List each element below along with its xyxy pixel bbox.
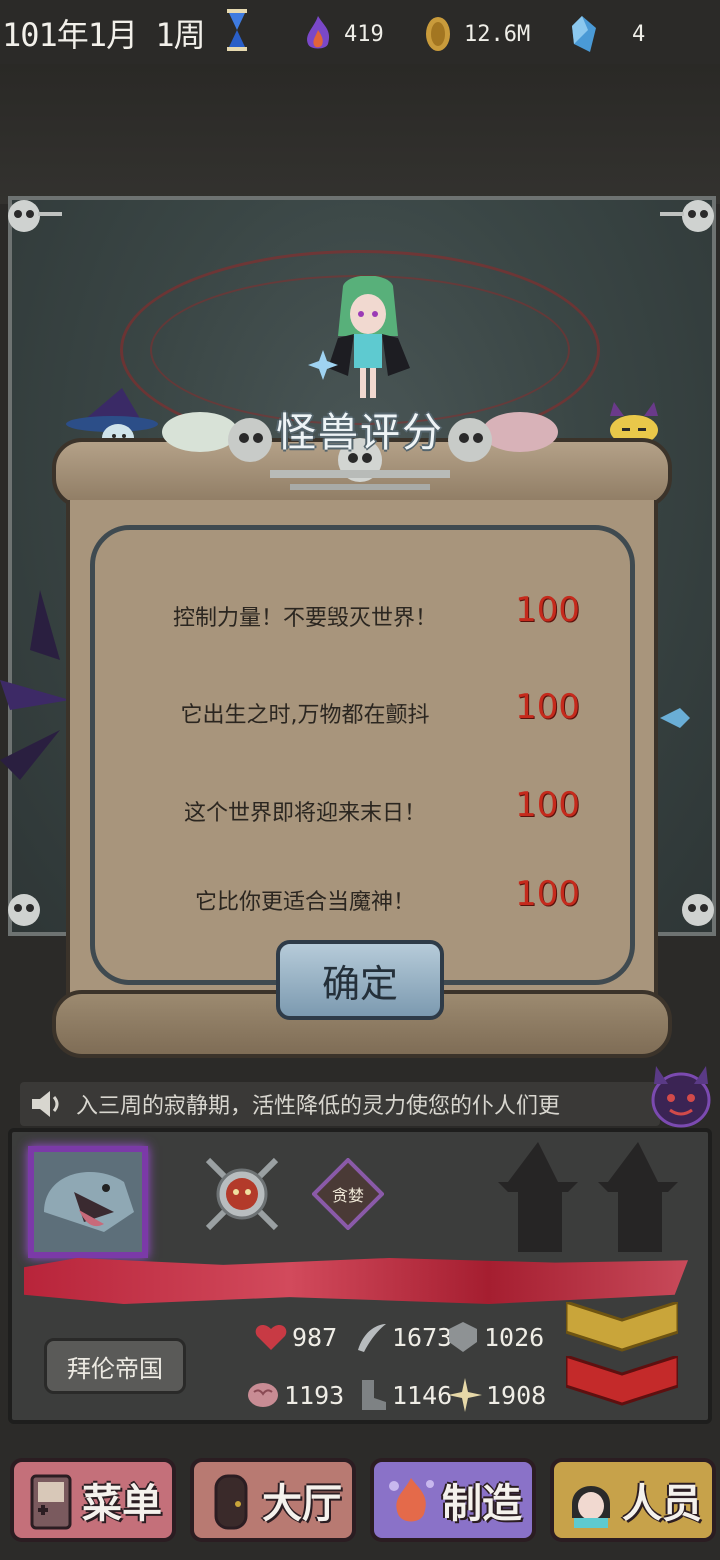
monster-portrait[interactable] [28,1146,148,1258]
score-row-value: 100 [515,687,580,727]
score-row-value: 100 [515,785,580,825]
girl-avatar-icon [572,1486,610,1528]
confirm-button[interactable]: 确定 [276,940,444,1020]
stat-speed: 1146 [354,1378,452,1412]
stat-value: 1673 [392,1322,453,1352]
score-row-value: 100 [515,590,580,630]
red-rank-chevron-icon [566,1356,678,1406]
speaker-icon[interactable] [30,1089,64,1119]
stat-defense: 1026 [446,1320,544,1354]
nav-hall-label: 大厅 [262,1481,342,1527]
crystal-value: 4 [632,21,646,47]
stat-attack: 1673 [354,1320,452,1354]
nav-menu-button[interactable]: 菜单 [10,1458,176,1542]
gold-value: 12.6M [464,21,531,47]
nav-craft-button[interactable]: 制造 [370,1458,536,1542]
kingdom-label[interactable]: 拜伦帝国 [44,1338,186,1394]
crystal-resource: 4 [568,14,645,54]
claw-icon [358,1324,386,1352]
nav-menu-label: 菜单 [82,1481,162,1527]
magic-craft-icon [389,1478,434,1522]
brain-icon [248,1383,278,1407]
mana-resource: 419 [302,14,384,54]
gold-rank-chevron-icon [566,1302,678,1352]
door-icon [214,1474,248,1530]
status-bar: 101年1月 1周 419 12.6M 4 [0,0,720,64]
score-row-text: 它出生之时,万物都在颤抖 [180,703,430,728]
skull-corner-icon [660,200,714,232]
nav-staff-button[interactable]: 人员 [550,1458,716,1542]
locked-witch-silhouette-icon [498,1142,678,1252]
sparkle-icon [448,1378,482,1412]
stat-value: 1193 [284,1380,345,1410]
blue-crystal-icon [572,16,596,52]
gold-resource: 12.6M [422,14,530,54]
score-row: 这个世界即将迎来末日！ 100 [110,779,610,839]
purple-flame-icon [307,16,330,49]
skull-corner-icon [8,200,62,232]
score-row: 它出生之时,万物都在颤抖 100 [110,681,610,741]
score-row: 它比你更适合当魔神！ 100 [110,868,610,928]
heart-icon [255,1325,287,1350]
demon-crest-badge-icon[interactable] [204,1156,280,1232]
skull-corner-icon [682,894,714,926]
stat-intellect: 1193 [246,1378,344,1412]
stat-magic: 1908 [448,1378,546,1412]
boot-icon [362,1380,386,1410]
trait-label: 贪婪 [331,1186,364,1205]
skull-corner-icon [8,894,40,926]
hourglass-icon[interactable] [226,8,248,52]
star-wand-icon [308,350,338,380]
health-bar [24,1258,688,1304]
news-ticker: 入三周的寂静期，活性降低的灵力使您的仆人们更 [20,1082,660,1126]
stat-value: 987 [292,1322,338,1352]
dialog-title: 怪兽评分 [276,410,444,456]
ticker-text: 入三周的寂静期，活性降低的灵力使您的仆人们更 [76,1094,561,1119]
score-row-text: 这个世界即将迎来末日！ [183,801,426,826]
nav-craft-label: 制造 [442,1481,522,1527]
shark-monster-icon [44,1172,134,1232]
nav-staff-label: 人员 [622,1481,702,1527]
nav-hall-button[interactable]: 大厅 [190,1458,356,1542]
demon-face-icon[interactable] [648,1062,714,1130]
dungeon-wall [0,64,720,204]
score-row-text: 它比你更适合当魔神！ [194,890,415,915]
gold-coin-icon [426,17,450,51]
score-row-value: 100 [515,874,580,914]
stat-value: 1908 [486,1380,547,1410]
summoned-girl-sprite [328,276,410,398]
score-row-text: 控制力量！不要毁灭世界！ [172,606,437,631]
game-date: 101年1月 1周 [2,16,206,54]
handheld-menu-icon [30,1474,72,1530]
stat-value: 1026 [484,1322,545,1352]
mana-value: 419 [344,21,384,47]
stat-hp: 987 [254,1320,337,1354]
score-row: 控制力量！不要毁灭世界！ 100 [110,584,610,644]
blue-spike-icon [660,708,690,728]
trait-badge[interactable]: 贪婪 [312,1158,384,1230]
stat-value: 1146 [392,1380,453,1410]
shield-icon [449,1322,477,1352]
